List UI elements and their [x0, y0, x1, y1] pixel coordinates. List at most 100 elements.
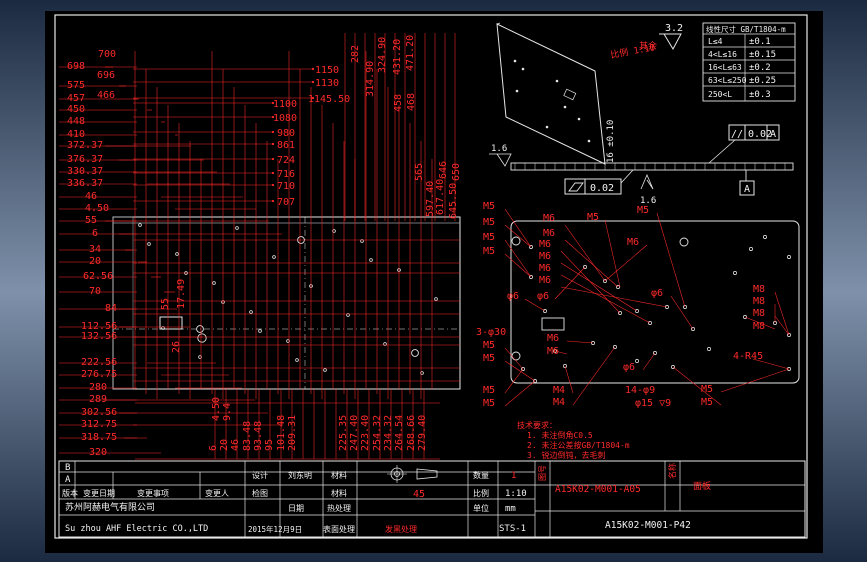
- dim-line: [670, 295, 694, 330]
- dim-line: [672, 366, 722, 406]
- svg-text://: //: [731, 129, 743, 140]
- dim-text: 330.37: [67, 166, 103, 177]
- note-line: 技术要求：: [517, 420, 557, 430]
- tol-range: 16<L≤63: [708, 63, 742, 72]
- dim-text: 980: [277, 128, 295, 139]
- dim-text: 20: [89, 256, 101, 267]
- company-name-en: Su zhou AHF Electric CO.,LTD: [65, 524, 208, 534]
- hole-label: M5: [637, 205, 649, 216]
- dim-line: [642, 352, 656, 371]
- gdt-parallel-value: 0.02: [748, 129, 772, 140]
- note-line: 2. 未注公差按GB/T1804-m: [527, 440, 630, 450]
- dim-arrow: [271, 183, 275, 187]
- material: 45: [413, 489, 425, 500]
- dim-text: 268.66: [406, 415, 417, 451]
- dim-text: 209.31: [287, 415, 298, 451]
- small-hole: [175, 252, 179, 256]
- tol-range: 250<L: [708, 90, 732, 99]
- rev-header: 变更日期: [83, 488, 115, 498]
- hole-label: M5: [483, 340, 495, 351]
- dim-text: 1130: [315, 78, 339, 89]
- dim-text: 646: [438, 161, 449, 179]
- hole-label: M5: [701, 384, 713, 395]
- count-label: 4-R45: [733, 351, 763, 362]
- roughness-note: 其余: [639, 40, 657, 52]
- small-hole: [733, 271, 737, 275]
- thickness-dim: 16 ±0.10: [606, 120, 616, 163]
- rev-header: 变更事项: [137, 488, 169, 498]
- cad-drawing[interactable]: 698 575 457 450 448 410 372.37 376.37 33…: [45, 11, 823, 553]
- dim-arrow: [311, 67, 315, 71]
- small-hole: [295, 358, 299, 362]
- dim-text: 565: [414, 163, 425, 181]
- hole-label: M5: [483, 232, 495, 243]
- dim-arrow: [271, 130, 275, 134]
- gdt-annotations: // 0.02 A 16 ±0.10 1.6 0.02 A 1.6: [489, 120, 794, 206]
- dim-text: 62.56: [83, 271, 113, 282]
- hole-label: M6: [547, 346, 559, 357]
- dim-line: [504, 368, 524, 394]
- hole-label: φ6: [507, 291, 519, 302]
- dim-text: 132.56: [81, 331, 117, 342]
- dim-text: 302.56: [81, 407, 117, 418]
- small-hole: [707, 347, 711, 351]
- dim-text: 247.40: [349, 415, 360, 451]
- gdt-flatness-value: 0.02: [590, 183, 614, 194]
- dim-text: 700: [98, 49, 116, 60]
- note-line: 3. 锐边倒钝，去毛刺: [527, 450, 605, 460]
- dim-text: 617.40: [435, 179, 446, 215]
- bottom-dimensions: 4.50 9.4 6 20 46 83.48 93.48 95 101.48 2…: [208, 397, 428, 451]
- dim-text: 707: [277, 197, 295, 208]
- hole-circle-large: [197, 333, 207, 343]
- dim-line: [564, 224, 606, 282]
- dim-line: [504, 380, 536, 407]
- side-label-a: 图号: [538, 465, 547, 481]
- technical-notes: 技术要求： 1. 未注倒角C0.5 2. 未注公差按GB/T1804-m 3. …: [517, 420, 630, 460]
- tol-value: ±0.3: [749, 90, 771, 100]
- hole-label: M6: [543, 213, 555, 224]
- hole-circle: [411, 349, 419, 357]
- cad-drawing-viewport[interactable]: 698 575 457 450 448 410 372.37 376.37 33…: [45, 11, 823, 553]
- dim-text: 4.50: [85, 203, 109, 214]
- scale: 1:10: [505, 489, 527, 499]
- dim-text: 276.75: [81, 369, 117, 380]
- tol-title: 线性尺寸 GB/T1804-m: [706, 24, 786, 34]
- small-hole: [212, 281, 216, 285]
- unit-label: 单位: [473, 503, 489, 513]
- dim-text: 650: [451, 163, 462, 181]
- dim-line: [720, 368, 790, 393]
- tol-range: 4<L≤16: [708, 50, 737, 59]
- hole-label: φ6: [537, 291, 549, 302]
- dim-line: [554, 266, 586, 300]
- dim-text: 55: [160, 298, 171, 310]
- dim-line: [774, 291, 790, 336]
- gdt-parallel-datum: A: [770, 129, 776, 140]
- note-line: 1. 未注倒角C0.5: [527, 430, 593, 440]
- date: 2015年12月9日: [248, 524, 302, 534]
- small-hole: [369, 258, 373, 262]
- dim-arrow: [271, 171, 275, 175]
- small-hole: [787, 255, 791, 259]
- dim-text: 223.40: [360, 415, 371, 451]
- hole-label: φ6: [651, 288, 663, 299]
- left-dimensions: 698 575 457 450 448 410 372.37 376.37 33…: [67, 49, 117, 458]
- dim-text: 1150: [315, 65, 339, 76]
- rev-a: A: [65, 475, 71, 485]
- dim-text: 372.37: [67, 140, 103, 151]
- drawing-number: A15K02-M001-A05: [555, 484, 641, 495]
- hole-label: M5: [483, 398, 495, 409]
- dim-text: 17.49: [176, 279, 187, 309]
- dim-text: 1100: [273, 99, 297, 110]
- dim-text: 46: [85, 191, 97, 202]
- material-label: 材料: [331, 470, 347, 480]
- dim-text: 324.90: [377, 37, 388, 73]
- hole-label: M5: [483, 217, 495, 228]
- dim-text: 376.37: [67, 154, 103, 165]
- dim-text: 9.4: [222, 403, 233, 421]
- small-hole: [249, 310, 253, 314]
- middle-dimensions: 1150 1130 1145.50 1100 1080 980 861 724 …: [273, 65, 350, 208]
- dim-text: 716: [277, 169, 295, 180]
- dim-text: 458: [393, 94, 404, 112]
- hole-label: M6: [539, 263, 551, 274]
- dim-text: 312.75: [81, 419, 117, 430]
